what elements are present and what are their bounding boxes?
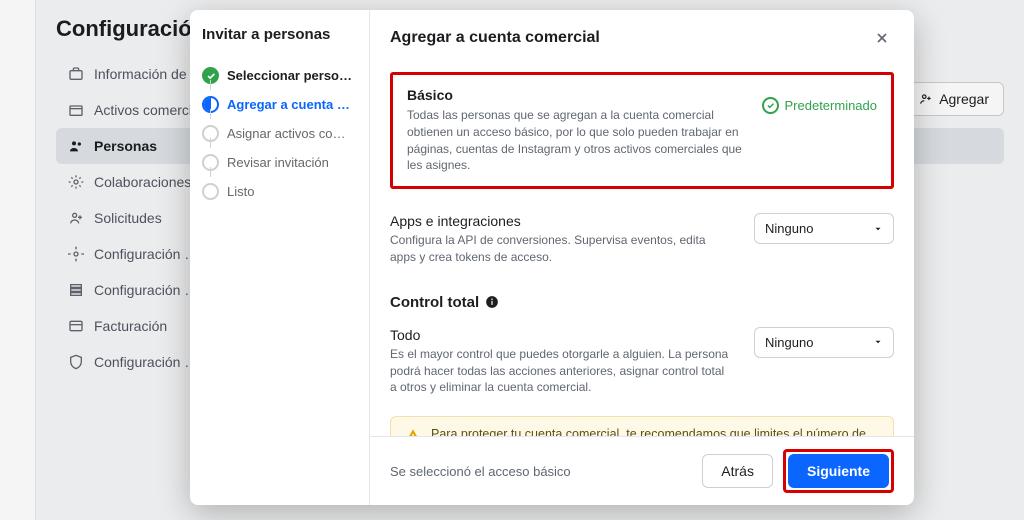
warning-text: Para proteger tu cuenta comercial, te re… bbox=[431, 427, 879, 436]
close-icon bbox=[874, 30, 890, 46]
option-todo-desc: Es el mayor control que puedes otorgarle… bbox=[390, 346, 734, 396]
option-basic[interactable]: Básico Todas las personas que se agregan… bbox=[390, 72, 894, 189]
warning-banner: Para proteger tu cuenta comercial, te re… bbox=[390, 416, 894, 436]
next-button[interactable]: Siguiente bbox=[788, 454, 889, 488]
step-label: Seleccionar personas bbox=[227, 68, 357, 83]
steps-column: Invitar a personas Seleccionar personas … bbox=[190, 10, 370, 505]
warning-icon bbox=[405, 428, 421, 436]
todo-select[interactable]: Ninguno bbox=[754, 327, 894, 358]
option-todo-row: Todo Es el mayor control que puedes otor… bbox=[390, 317, 894, 406]
info-icon[interactable] bbox=[485, 295, 499, 309]
steps-title: Invitar a personas bbox=[202, 26, 357, 43]
option-apps-row: Apps e integraciones Configura la API de… bbox=[390, 203, 894, 276]
back-button[interactable]: Atrás bbox=[702, 454, 773, 488]
option-apps-desc: Configura la API de conversiones. Superv… bbox=[390, 232, 734, 266]
step-label: Revisar invitación bbox=[227, 155, 329, 170]
modal-title: Agregar a cuenta comercial bbox=[390, 29, 600, 47]
option-apps-title: Apps e integraciones bbox=[390, 213, 734, 229]
option-basic-desc: Todas las personas que se agregan a la c… bbox=[407, 107, 750, 174]
modal-header: Agregar a cuenta comercial bbox=[370, 10, 914, 62]
section-full-control-label: Control total bbox=[390, 294, 479, 311]
step-label: Listo bbox=[227, 184, 254, 199]
modal-footer: Se seleccionó el acceso básico Atrás Sig… bbox=[370, 436, 914, 505]
apps-select-value: Ninguno bbox=[765, 221, 813, 236]
step-add-to-account[interactable]: Agregar a cuenta c… bbox=[202, 90, 357, 119]
chevron-down-icon bbox=[873, 224, 883, 234]
section-full-control: Control total bbox=[390, 294, 894, 311]
step-assign-assets[interactable]: Asignar activos co… bbox=[202, 119, 357, 148]
circle-icon bbox=[202, 183, 219, 200]
step-select-people[interactable]: Seleccionar personas bbox=[202, 61, 357, 90]
invite-modal: Invitar a personas Seleccionar personas … bbox=[190, 10, 914, 505]
step-review[interactable]: Revisar invitación bbox=[202, 148, 357, 177]
check-ring-icon bbox=[762, 97, 779, 114]
option-basic-title: Básico bbox=[407, 87, 750, 103]
close-button[interactable] bbox=[870, 26, 894, 50]
modal-main: Agregar a cuenta comercial Básico Todas … bbox=[370, 10, 914, 505]
option-todo-title: Todo bbox=[390, 327, 734, 343]
footer-note: Se seleccionó el acceso básico bbox=[390, 464, 702, 479]
chevron-down-icon bbox=[873, 337, 883, 347]
step-label: Agregar a cuenta c… bbox=[227, 97, 357, 112]
modal-body: Básico Todas las personas que se agregan… bbox=[370, 62, 914, 436]
default-badge-label: Predeterminado bbox=[785, 98, 878, 113]
next-button-highlight: Siguiente bbox=[783, 449, 894, 493]
todo-select-value: Ninguno bbox=[765, 335, 813, 350]
step-label: Asignar activos co… bbox=[227, 126, 346, 141]
default-badge: Predeterminado bbox=[762, 97, 878, 114]
step-done[interactable]: Listo bbox=[202, 177, 357, 206]
apps-select[interactable]: Ninguno bbox=[754, 213, 894, 244]
